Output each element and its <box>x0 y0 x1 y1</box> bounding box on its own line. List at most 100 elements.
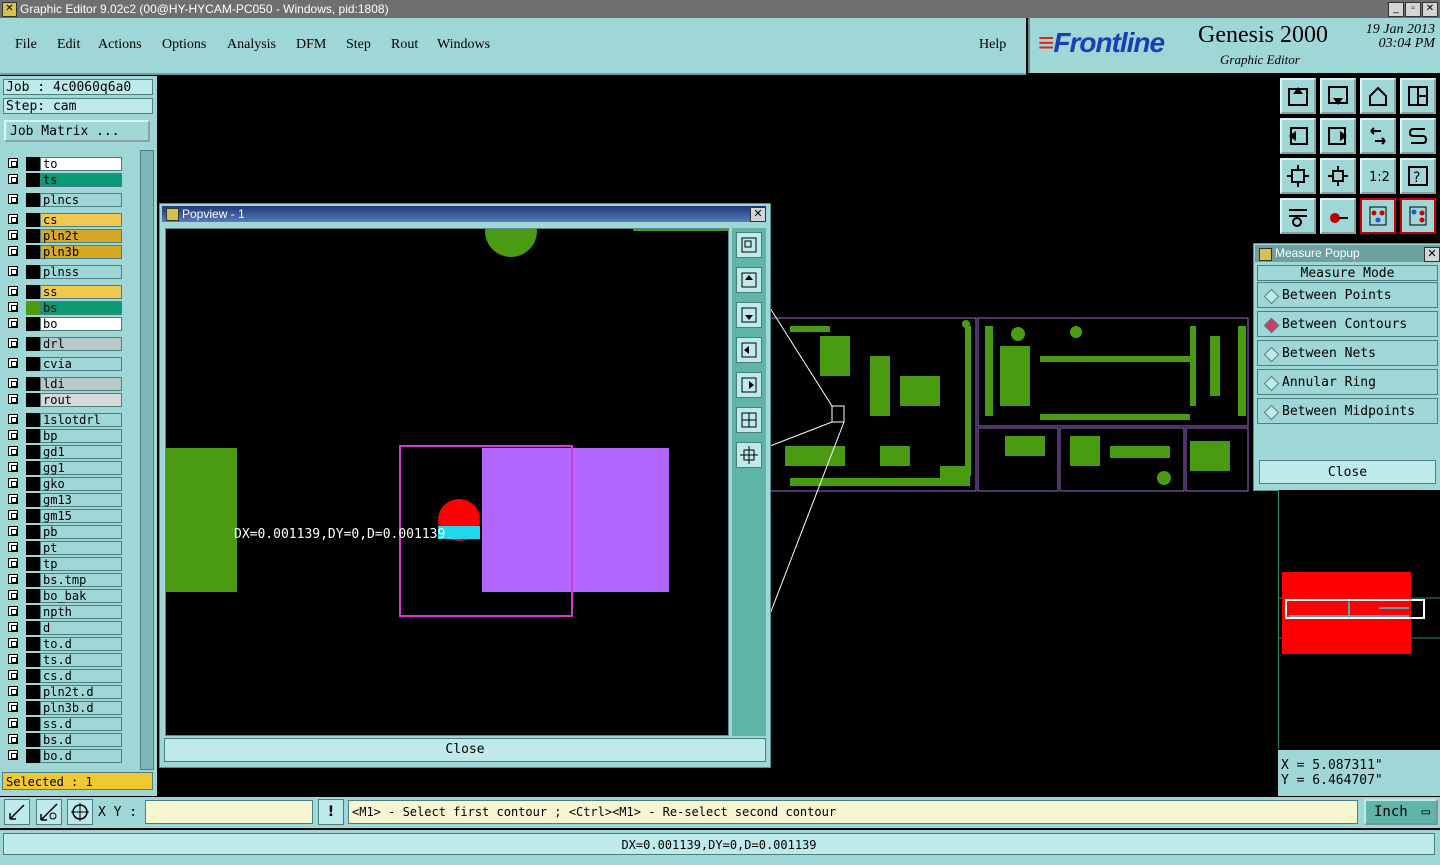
layer-checkbox[interactable] <box>8 246 18 256</box>
layer-row[interactable]: gg1 <box>4 460 138 476</box>
layer-checkbox[interactable] <box>8 718 18 728</box>
layer-row[interactable]: ss <box>4 284 138 300</box>
mode-annular-ring[interactable]: Annular Ring <box>1257 369 1438 395</box>
layer-checkbox[interactable] <box>8 266 18 276</box>
layer-name[interactable]: gd1 <box>40 445 122 459</box>
layer-row[interactable]: ts <box>4 172 138 188</box>
layer-name[interactable]: plnss <box>40 265 122 279</box>
menu-analysis[interactable]: Analysis <box>227 37 276 53</box>
layer-color-swatch[interactable] <box>26 445 40 459</box>
pv-zoom-out-button[interactable] <box>736 442 762 468</box>
layer-color-swatch[interactable] <box>26 173 40 187</box>
layer-row[interactable]: bs <box>4 300 138 316</box>
layer-row[interactable]: pln2t.d <box>4 684 138 700</box>
menu-options[interactable]: Options <box>162 37 206 53</box>
menu-step[interactable]: Step <box>346 37 371 53</box>
layer-name[interactable]: bs.tmp <box>40 573 122 587</box>
layer-checkbox[interactable] <box>8 590 18 600</box>
redraw-icon[interactable] <box>1360 118 1396 154</box>
layer-color-swatch[interactable] <box>26 733 40 747</box>
menu-edit[interactable]: Edit <box>57 37 80 53</box>
layer-checkbox[interactable] <box>8 526 18 536</box>
layer-name[interactable]: ts.d <box>40 653 122 667</box>
layer-name[interactable]: bs.d <box>40 733 122 747</box>
popview-title-bar[interactable]: Popview - 1 <box>162 206 766 222</box>
layer-checkbox[interactable] <box>8 394 18 404</box>
pv-zoom-fit-button[interactable] <box>736 232 762 258</box>
layer-name[interactable]: pln2t.d <box>40 685 122 699</box>
layer-row[interactable]: plnss <box>4 264 138 280</box>
layer-color-swatch[interactable] <box>26 317 40 331</box>
main-canvas[interactable] <box>770 76 1278 796</box>
layer-color-swatch[interactable] <box>26 701 40 715</box>
mode-between-contours[interactable]: Between Contours <box>1257 311 1438 337</box>
layer-name[interactable]: pt <box>40 541 122 555</box>
grid-icon[interactable] <box>67 799 93 825</box>
mode-between-points[interactable]: Between Points <box>1257 282 1438 308</box>
layer-checkbox[interactable] <box>8 462 18 472</box>
layer-color-swatch[interactable] <box>26 573 40 587</box>
layer-row[interactable]: ss.d <box>4 716 138 732</box>
layer-name[interactable]: bo.d <box>40 749 122 763</box>
layer-color-swatch[interactable] <box>26 229 40 243</box>
layer-checkbox[interactable] <box>8 638 18 648</box>
layer-name[interactable]: pln2t <box>40 229 122 243</box>
layer-color-swatch[interactable] <box>26 461 40 475</box>
popview-canvas[interactable]: DX=0.001139,DY=0,D=0.001139 <box>165 228 729 736</box>
layer-color-swatch[interactable] <box>26 157 40 171</box>
layer-name[interactable]: rout <box>40 393 122 407</box>
net-highlight-icon[interactable] <box>1360 198 1396 234</box>
layer-name[interactable]: ldi <box>40 377 122 391</box>
job-matrix-button[interactable]: Job Matrix ... <box>4 120 150 142</box>
layer-row[interactable]: bo_bak <box>4 588 138 604</box>
overview-map[interactable] <box>1278 490 1440 748</box>
layer-row[interactable]: bs.tmp <box>4 572 138 588</box>
layer-row[interactable]: gm13 <box>4 492 138 508</box>
layer-row[interactable]: npth <box>4 604 138 620</box>
layer-checkbox[interactable] <box>8 214 18 224</box>
layer-checkbox[interactable] <box>8 494 18 504</box>
layer-name[interactable]: cvia <box>40 357 122 371</box>
layer-name[interactable]: 1slotdrl <box>40 413 122 427</box>
layer-row[interactable]: bo.d <box>4 748 138 764</box>
layer-checkbox[interactable] <box>8 734 18 744</box>
layer-color-swatch[interactable] <box>26 413 40 427</box>
snap-mode-icon[interactable] <box>4 799 30 825</box>
menu-file[interactable]: File <box>15 37 37 53</box>
layer-checkbox[interactable] <box>8 542 18 552</box>
pan-up-icon[interactable] <box>1280 78 1316 114</box>
layer-color-swatch[interactable] <box>26 193 40 207</box>
layer-name[interactable]: gm15 <box>40 509 122 523</box>
layer-name[interactable]: cs.d <box>40 669 122 683</box>
menu-windows[interactable]: Windows <box>437 37 490 53</box>
home-view-icon[interactable] <box>1360 78 1396 114</box>
layer-row[interactable]: to.d <box>4 636 138 652</box>
layer-color-swatch[interactable] <box>26 493 40 507</box>
layer-checkbox[interactable] <box>8 286 18 296</box>
layer-name[interactable]: ss <box>40 285 122 299</box>
layer-color-swatch[interactable] <box>26 285 40 299</box>
layer-name[interactable]: to <box>40 157 122 171</box>
layer-name[interactable]: bs <box>40 301 122 315</box>
popview-close-icon[interactable]: ✕ <box>750 207 766 222</box>
layer-name[interactable]: bo <box>40 317 122 331</box>
menu-help[interactable]: Help <box>979 37 1006 53</box>
layer-color-swatch[interactable] <box>26 717 40 731</box>
layer-color-swatch[interactable] <box>26 637 40 651</box>
pan-down-icon[interactable] <box>1320 78 1356 114</box>
layer-color-swatch[interactable] <box>26 301 40 315</box>
menu-actions[interactable]: Actions <box>98 37 142 53</box>
layer-color-swatch[interactable] <box>26 265 40 279</box>
layer-checkbox[interactable] <box>8 654 18 664</box>
zoom-1-2-icon[interactable]: 1:2 <box>1360 158 1396 194</box>
layer-checkbox[interactable] <box>8 510 18 520</box>
layer-name[interactable]: ss.d <box>40 717 122 731</box>
layer-row[interactable]: gm15 <box>4 508 138 524</box>
layer-row[interactable]: plncs <box>4 192 138 208</box>
layer-checkbox[interactable] <box>8 558 18 568</box>
layer-checkbox[interactable] <box>8 158 18 168</box>
layer-checkbox[interactable] <box>8 358 18 368</box>
layer-checkbox[interactable] <box>8 302 18 312</box>
layer-name[interactable]: bp <box>40 429 122 443</box>
layer-name[interactable]: pln3b.d <box>40 701 122 715</box>
